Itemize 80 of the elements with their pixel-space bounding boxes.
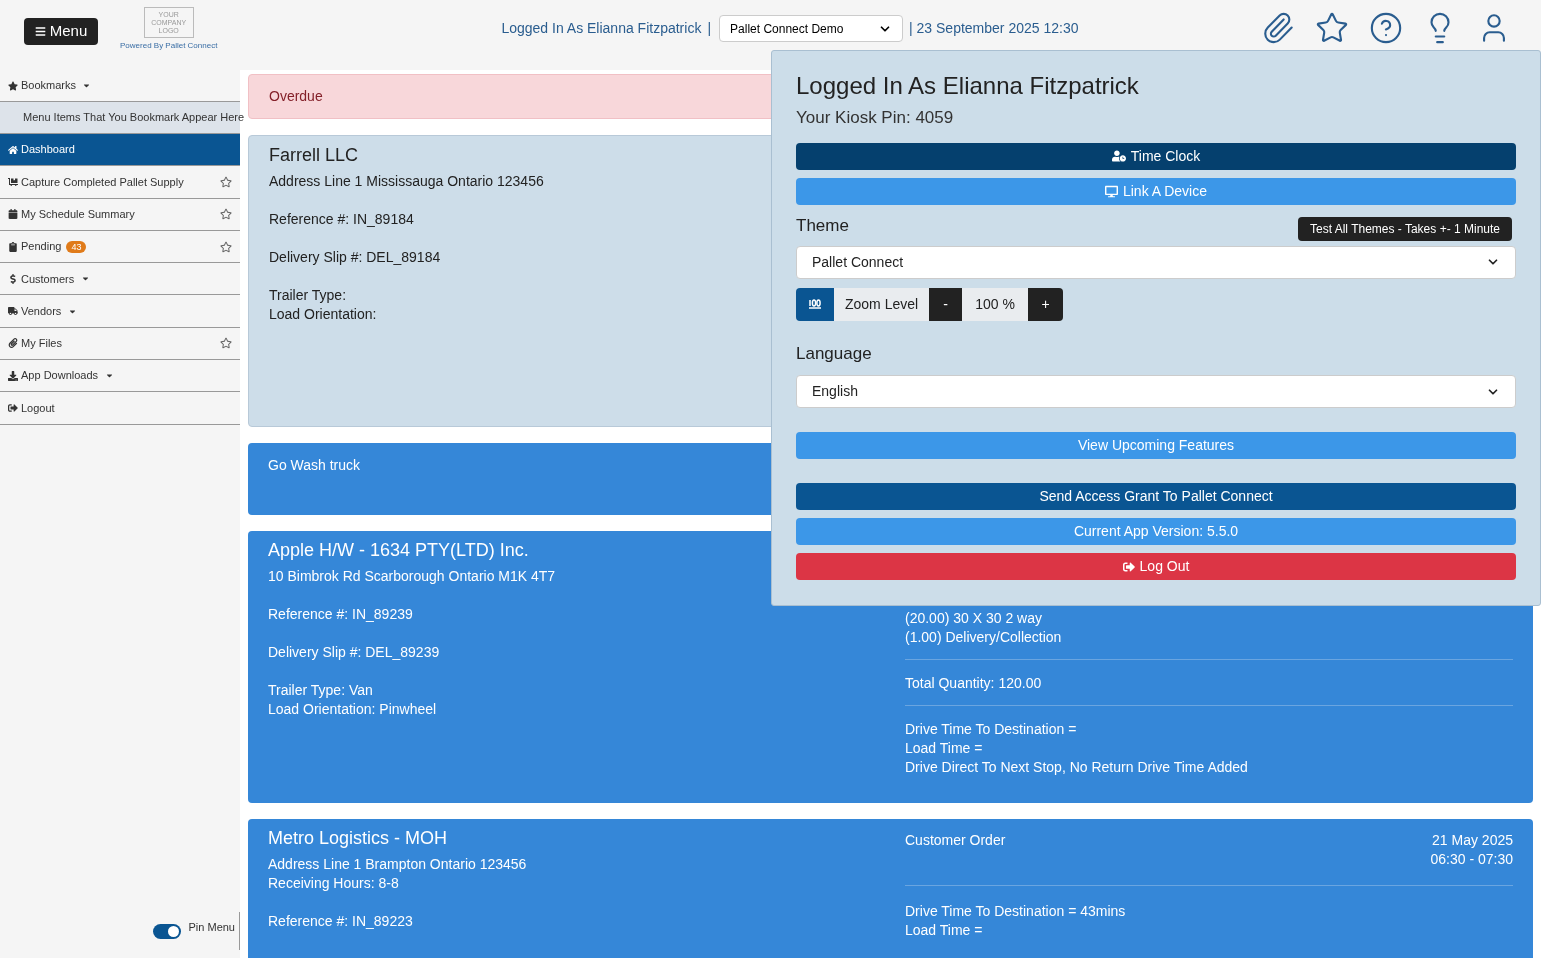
sidebar-item[interactable]: App Downloads: [0, 360, 240, 393]
card-text: Drive Time To Destination =: [905, 720, 1077, 739]
company-select[interactable]: Pallet Connect Demo: [719, 15, 904, 42]
panel-title: Logged In As Elianna Fitzpatrick: [796, 71, 1139, 101]
pin-menu-toggle[interactable]: [152, 923, 181, 939]
menu-item-icon: [8, 306, 18, 317]
sidebar-item[interactable]: Pending 43: [0, 230, 240, 264]
card-text: 10 Bimbrok Rd Scarborough Ontario M1K 4T7: [268, 567, 556, 586]
theme-label: Theme: [796, 214, 849, 237]
log-out-button[interactable]: Log Out: [796, 553, 1516, 580]
bookmark-star-icon[interactable]: [220, 175, 232, 188]
sidebar-item[interactable]: My Files: [0, 327, 240, 361]
card-text: Delivery Slip #: DEL_89184: [269, 248, 441, 267]
card-text: Address Line 1 Mississauga Ontario 123456: [269, 172, 544, 191]
bookmark-star-icon[interactable]: [220, 337, 232, 350]
logout-icon: [1122, 560, 1135, 573]
language-select[interactable]: English: [796, 375, 1516, 408]
bookmark-star-icon[interactable]: [220, 208, 232, 221]
caret-icon: [82, 81, 92, 90]
card-text: Trailer Type: Van: [268, 681, 373, 700]
company-title: Farrell LLC: [269, 144, 359, 166]
zoom-in-button[interactable]: +: [1028, 287, 1064, 321]
zoom-level-label: Zoom Level: [834, 287, 930, 321]
bookmarks-menu[interactable]: Bookmarks: [8, 77, 92, 94]
card-text: Drive Time To Destination = 43mins: [905, 902, 1126, 921]
card-text: Load Time =: [905, 921, 983, 940]
card-text: Trailer Type:: [269, 286, 347, 305]
order-date-text: 06:30 - 07:30: [1430, 850, 1513, 869]
hundred-icon: [796, 287, 834, 321]
sidebar-item[interactable]: Capture Completed Pallet Supply: [0, 166, 240, 199]
menu-item-icon: [8, 403, 18, 413]
sidebar-item[interactable]: Vendors: [0, 295, 240, 328]
menu-item-icon: [8, 370, 18, 381]
card-text: Load Orientation:: [269, 305, 377, 324]
card-text: Reference #: IN_89239: [268, 605, 413, 624]
menu-icon: [34, 26, 46, 37]
language-label: Language: [796, 342, 872, 365]
order-date-text: 21 May 2025: [1432, 831, 1513, 850]
help-icon[interactable]: [1369, 11, 1403, 45]
company-title: Metro Logistics - MOH: [268, 827, 448, 849]
pin-menu-label: Pin Menu: [188, 919, 235, 935]
theme-select[interactable]: Pallet Connect: [796, 245, 1516, 279]
zoom-value: 100 %: [962, 287, 1029, 321]
sidebar-item[interactable]: My Schedule Summary: [0, 198, 240, 231]
time-clock-button[interactable]: Time Clock: [796, 142, 1516, 170]
card-text: Receiving Hours: 8-8: [268, 874, 399, 893]
menu-item-icon: [8, 338, 18, 349]
menu-item-icon: [8, 273, 18, 284]
bookmark-star-icon[interactable]: [220, 240, 232, 253]
paperclip-icon[interactable]: [1261, 11, 1295, 45]
card-text: Load Time =: [905, 739, 983, 758]
card-text: (1.00) Delivery/Collection: [905, 628, 1062, 647]
card-text: Total Quantity: 120.00: [905, 674, 1042, 693]
powered-by-text: Powered By Pallet Connect: [120, 40, 218, 52]
card-text: Delivery Slip #: DEL_89239: [268, 643, 440, 662]
menu-item-icon: [8, 144, 18, 155]
card-text: Address Line 1 Brampton Ontario 123456: [268, 855, 527, 874]
star-icon[interactable]: [1315, 11, 1349, 45]
card-text: Load Orientation: Pinwheel: [268, 700, 437, 719]
menu-item-icon: [8, 209, 18, 220]
company-title: Apple H/W - 1634 PTY(LTD) Inc.: [268, 539, 529, 561]
panel-button[interactable]: Send Access Grant To Pallet Connect: [796, 483, 1516, 510]
separator-text: |: [707, 19, 712, 38]
order-type-text: Customer Order: [905, 831, 1006, 850]
star-icon: [8, 80, 18, 91]
menu-item-icon: [8, 176, 18, 187]
sidebar-item[interactable]: Dashboard: [0, 134, 240, 167]
card-text: (20.00) 30 X 30 2 way: [905, 609, 1042, 628]
card-text: Reference #: IN_89184: [269, 210, 414, 229]
card-text: Reference #: IN_89223: [268, 912, 413, 931]
card-text: Drive Direct To Next Stop, No Return Drive Time Added: [905, 758, 1248, 777]
user-clock-icon: [1111, 149, 1126, 163]
zoom-out-button[interactable]: -: [929, 287, 963, 321]
logged-in-text: Logged In As Elianna Fitzpatrick: [501, 19, 702, 38]
date-time-text: | 23 September 2025 12:30: [909, 19, 1079, 38]
monitor-icon: [1104, 184, 1118, 198]
menu-button[interactable]: Menu: [24, 18, 98, 45]
menu-item-icon: [8, 241, 18, 252]
test-themes-button[interactable]: Test All Themes - Takes +- 1 Minute: [1298, 216, 1512, 241]
count-badge: 43: [66, 240, 87, 253]
